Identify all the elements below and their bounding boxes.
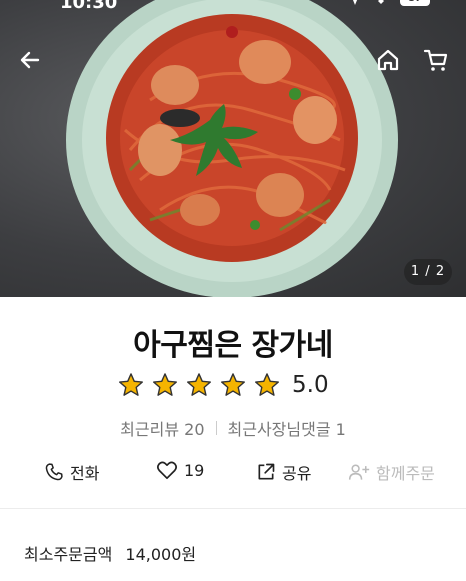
star-icon (187, 373, 211, 396)
status-icons: 87 (344, 0, 430, 6)
rating: 5.0 (118, 372, 329, 398)
share-icon (258, 463, 275, 480)
share-label: 공유 (282, 464, 312, 483)
phone-icon (45, 463, 63, 481)
add-person-icon (348, 464, 370, 480)
heart-icon (156, 461, 178, 480)
recent-reviews-link[interactable]: 최근리뷰 20 (120, 416, 204, 440)
arrow-left-icon (20, 51, 40, 69)
location-icon (353, 0, 358, 5)
star-icon (255, 373, 279, 396)
owner-comments-link[interactable]: 최근사장님댓글 1 (228, 416, 346, 440)
like-button[interactable]: 19 (156, 460, 204, 480)
cart-icon (423, 49, 448, 71)
battery-indicator: 87 (400, 0, 430, 6)
min-order-value: 14,000원 (125, 545, 197, 564)
home-icon (377, 49, 399, 71)
section-divider (0, 508, 466, 509)
min-order-label: 최소주문금액 (24, 545, 113, 564)
store-hero-image[interactable]: 10:30 87 1 / 2 (0, 0, 466, 297)
home-button[interactable] (372, 44, 404, 76)
star-icon (221, 373, 245, 396)
gallery-page-indicator: 1 / 2 (404, 259, 452, 285)
call-label: 전화 (70, 464, 100, 483)
min-order-row: 최소주문금액 14,000원 (24, 541, 196, 565)
wifi-icon (378, 0, 384, 4)
divider (215, 421, 217, 435)
status-bar: 10:30 87 (0, 0, 466, 16)
group-order-label: 함께주문 (376, 464, 435, 483)
status-time: 10:30 (60, 0, 118, 13)
review-counts: 최근리뷰 20 최근사장님댓글 1 (0, 416, 466, 440)
rating-value: 5.0 (292, 372, 329, 398)
call-button[interactable]: 전화 (44, 460, 99, 484)
star-icon (153, 373, 177, 396)
share-button[interactable]: 공유 (256, 460, 311, 484)
store-name: 아구찜은 장가네 (133, 328, 333, 363)
store-actions: 전화 19 공유 함께주문 (0, 460, 466, 488)
like-count: 19 (184, 460, 205, 480)
group-order-button[interactable]: 함께주문 (348, 460, 435, 484)
star-icon (119, 373, 143, 396)
back-button[interactable] (14, 44, 46, 76)
cart-button[interactable] (420, 44, 452, 76)
